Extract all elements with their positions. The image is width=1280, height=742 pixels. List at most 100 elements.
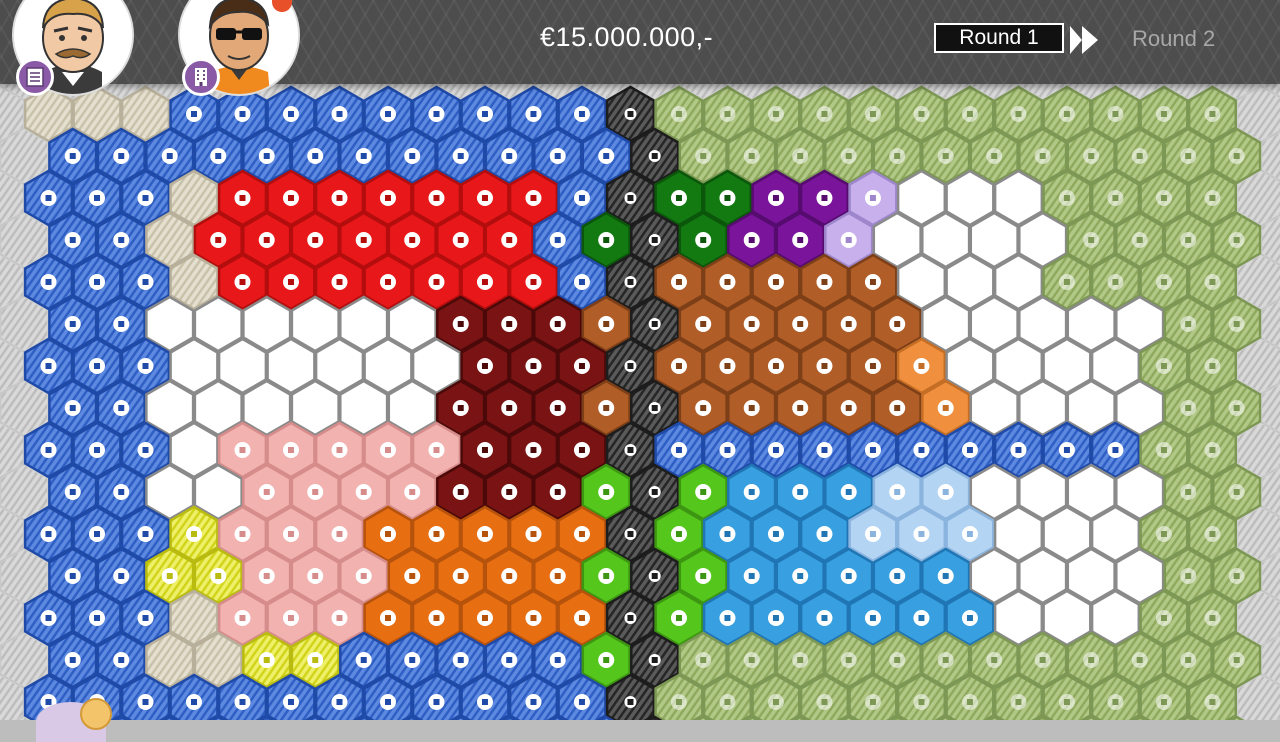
tile-function-glyph [1209,111,1216,117]
tile-function-glyph [384,615,391,621]
tile-function-glyph [966,699,973,705]
tile-function-glyph [1136,657,1143,663]
tile-function-glyph [772,531,779,537]
tile-function-glyph [1185,405,1192,411]
tile-function-glyph [966,111,973,117]
tile-function-glyph [894,573,901,579]
tile-function-glyph [1063,195,1070,201]
tile-function-glyph [894,321,901,327]
tile-function-glyph [1233,153,1240,159]
tile-function-glyph [603,237,610,243]
tile-function-glyph [1160,363,1167,369]
tile-function-glyph [554,489,561,495]
tile-function-glyph [457,321,464,327]
tile-function-glyph [942,657,949,663]
tile-function-glyph [578,447,585,453]
tile-function-glyph [603,489,610,495]
tile-function-glyph [821,615,828,621]
tile-function-glyph [433,279,440,285]
tile-function-glyph [724,615,731,621]
tile-function-glyph [627,531,634,537]
tile-function-glyph [457,153,464,159]
tile-function-glyph [409,489,416,495]
tile-function-glyph [1233,657,1240,663]
tile-function-glyph [336,195,343,201]
developer-role-badge [182,58,220,96]
tile-function-glyph [675,531,682,537]
tile-function-glyph [1209,531,1216,537]
tile-function-glyph [724,447,731,453]
tile-function-glyph [942,573,949,579]
tile-function-glyph [603,153,610,159]
tile-function-glyph [554,573,561,579]
tile-function-glyph [1185,657,1192,663]
tile-function-glyph [1233,237,1240,243]
tile-function-glyph [287,195,294,201]
tile-function-glyph [1015,699,1022,705]
tile-function-glyph [1112,279,1119,285]
tile-function-glyph [700,153,707,159]
tile-function-glyph [287,531,294,537]
tile-function-glyph [93,195,100,201]
tile-function-glyph [578,363,585,369]
tile-function-glyph [263,237,270,243]
tile-function-glyph [142,195,149,201]
tile-function-glyph [360,237,367,243]
tile-function-glyph [869,111,876,117]
tile-function-glyph [1185,237,1192,243]
tile-function-glyph [627,195,634,201]
tile-function-glyph [894,153,901,159]
tile-function-glyph [554,237,561,243]
tile-function-glyph [845,489,852,495]
tile-function-glyph [675,447,682,453]
tile-function-glyph [627,111,634,117]
tile-function-glyph [942,153,949,159]
tile-function-glyph [239,615,246,621]
tile-function-glyph [1160,111,1167,117]
tile-function-glyph [481,363,488,369]
tile-function-glyph [360,657,367,663]
tile-function-glyph [530,279,537,285]
tile-function-glyph [700,657,707,663]
tile-function-glyph [312,153,319,159]
tile-function-glyph [506,573,513,579]
tile-function-glyph [797,489,804,495]
tile-function-glyph [869,531,876,537]
tile-function-glyph [409,237,416,243]
tile-function-glyph [1112,111,1119,117]
tile-function-glyph [506,153,513,159]
tile-function-glyph [481,279,488,285]
tile-function-glyph [869,615,876,621]
tile-function-glyph [45,447,52,453]
hex-map[interactable] [0,0,1280,720]
tile-function-glyph [45,279,52,285]
next-round-label[interactable]: Round 2 [1132,26,1215,52]
game-board[interactable] [0,0,1280,720]
next-round-arrow-icon[interactable] [1068,22,1104,58]
tile-function-glyph [772,447,779,453]
tile-function-glyph [384,111,391,117]
tile-function-glyph [263,489,270,495]
tile-function-glyph [651,405,658,411]
tile-function-glyph [384,279,391,285]
tile-function-glyph [966,531,973,537]
tile-function-glyph [869,363,876,369]
tile-function-glyph [1233,573,1240,579]
tile-function-glyph [530,363,537,369]
tile-function-glyph [530,447,537,453]
tile-function-glyph [651,321,658,327]
tile-function-glyph [1160,195,1167,201]
tile-function-glyph [45,363,52,369]
tile-function-glyph [748,405,755,411]
tile-function-glyph [1209,447,1216,453]
tile-function-glyph [578,531,585,537]
tile-function-glyph [554,321,561,327]
tile-function-glyph [530,195,537,201]
tile-function-glyph [748,657,755,663]
tile-function-glyph [142,447,149,453]
tile-function-glyph [845,237,852,243]
tile-function-glyph [1112,699,1119,705]
tile-function-glyph [336,447,343,453]
tile-function-glyph [530,699,537,705]
top-bar: €15.000.000,- Round 1 Round 2 [0,0,1280,96]
